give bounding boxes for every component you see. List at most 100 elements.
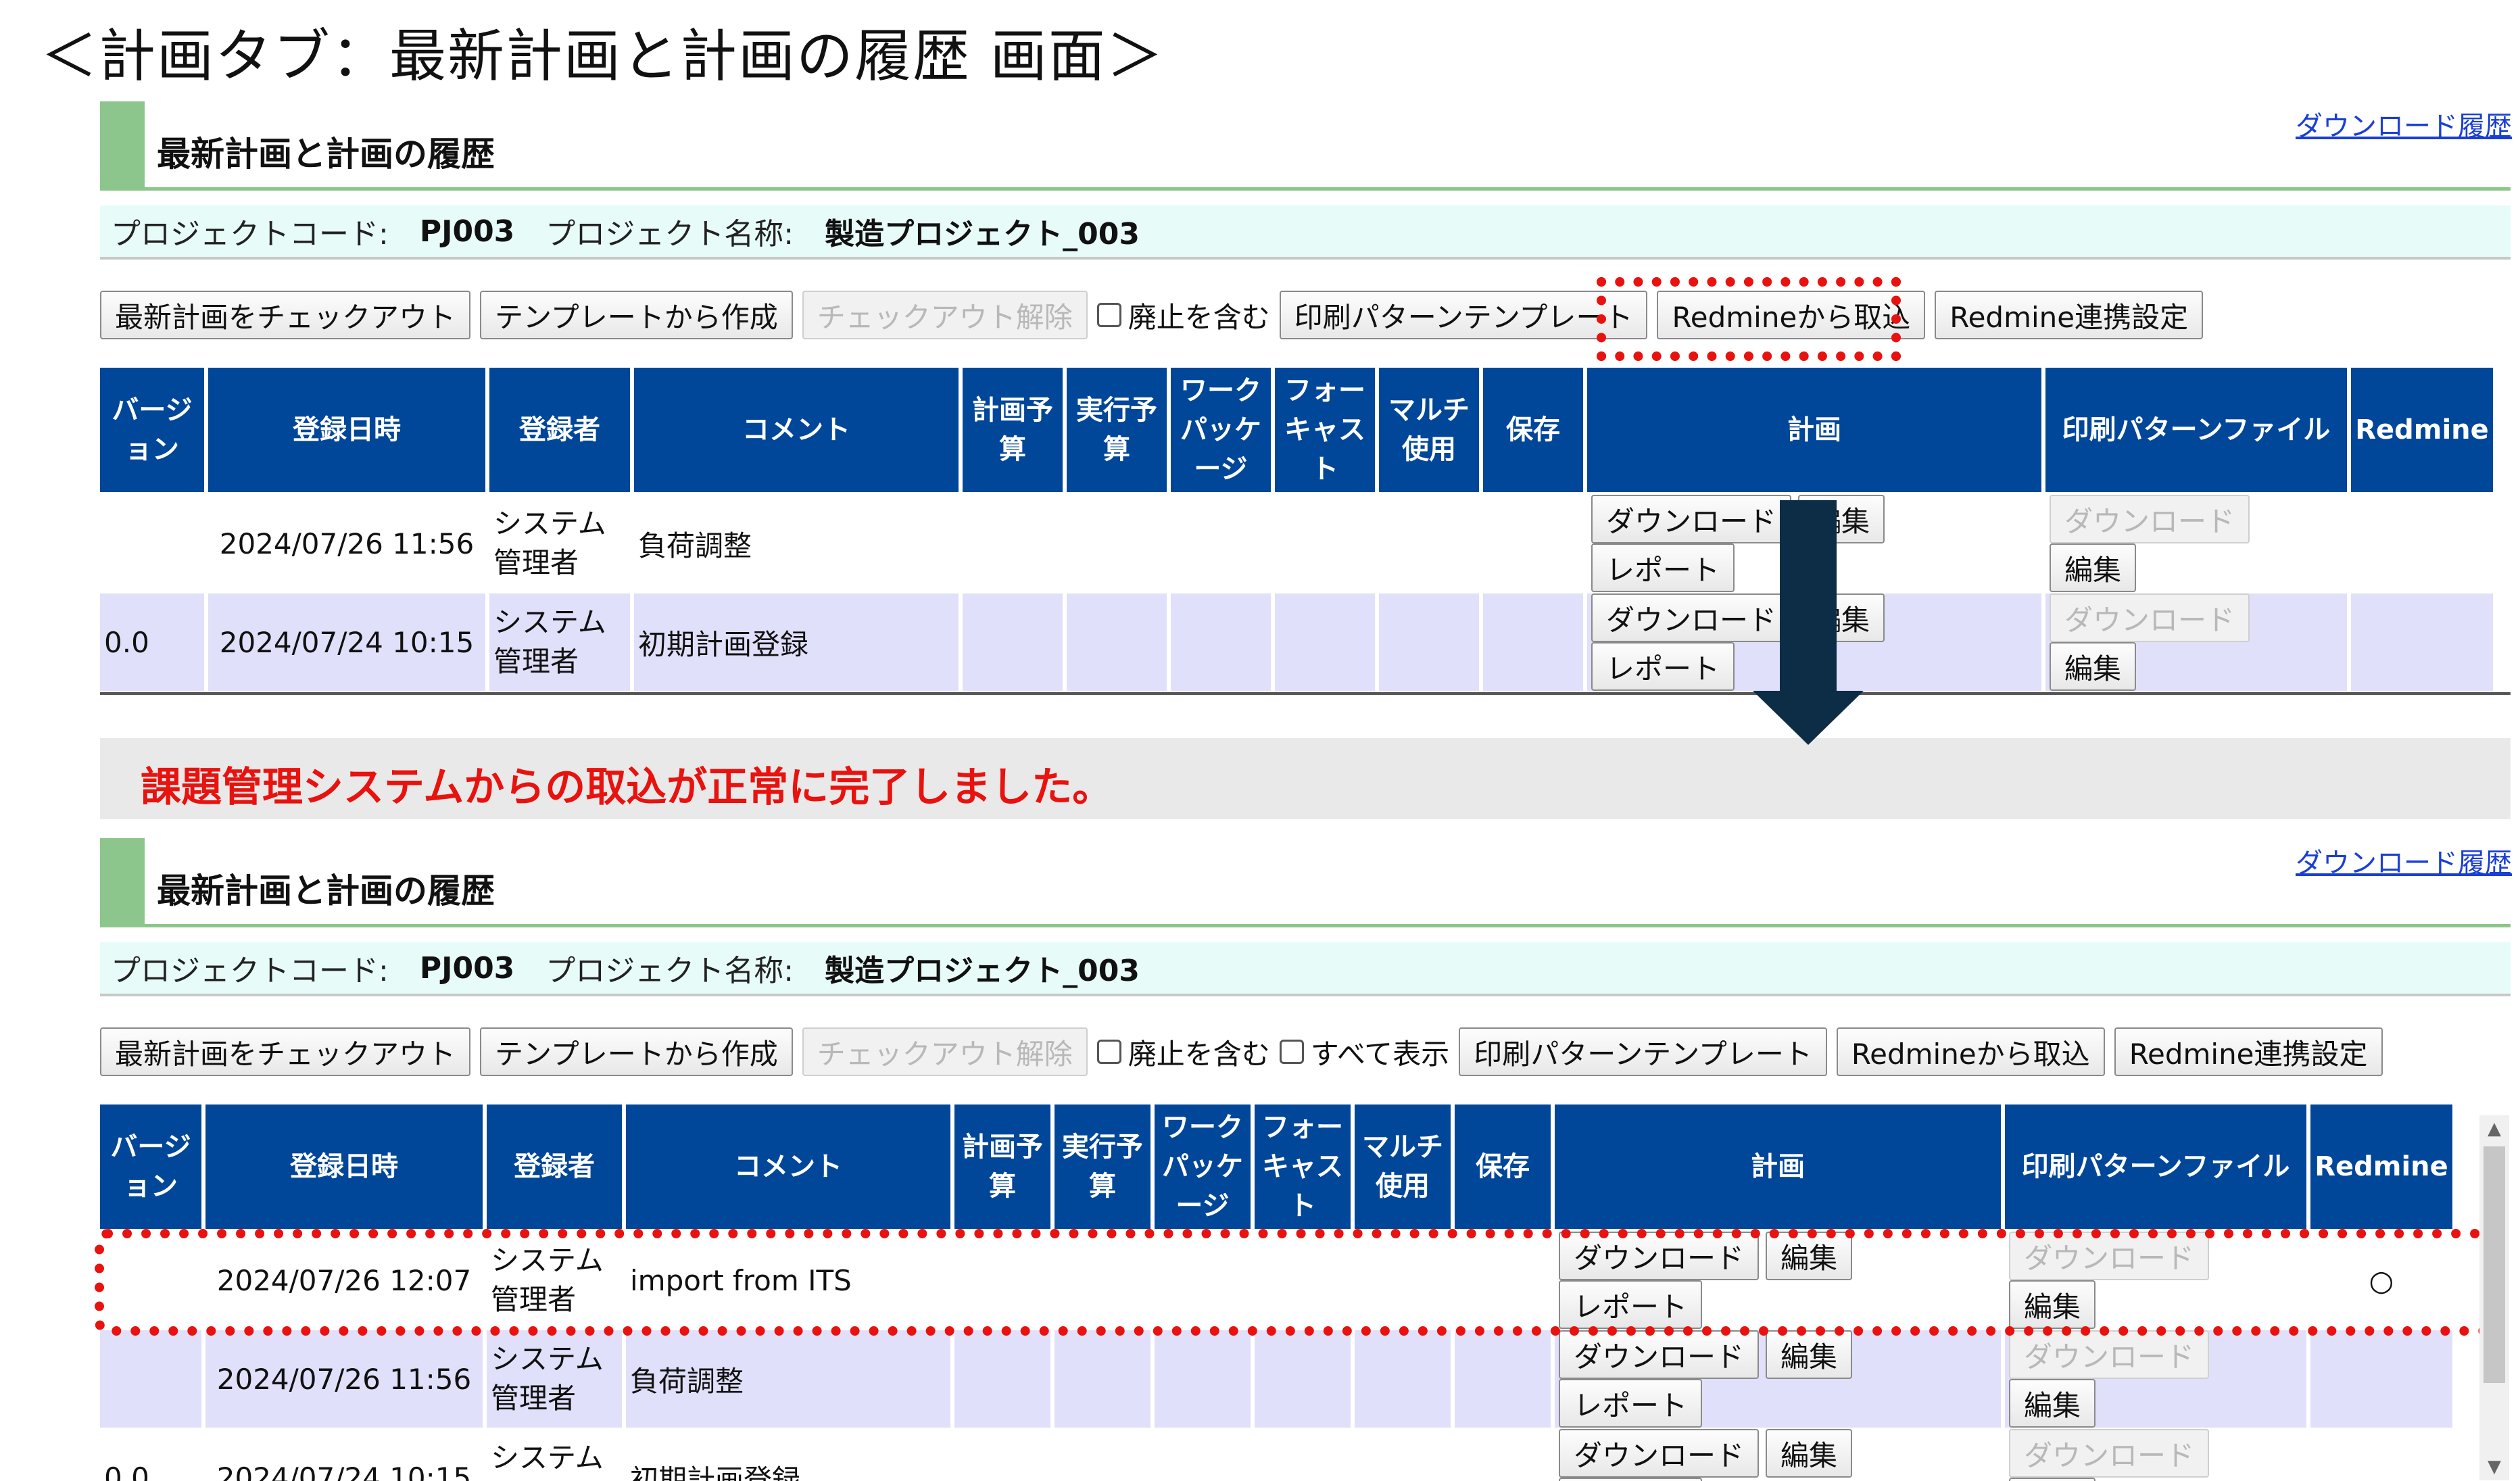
cell-comment: 初期計画登録 [634,593,959,692]
scroll-thumb[interactable] [2483,1146,2505,1383]
cell-datetime: 2024/07/26 12:07 [205,1232,483,1330]
header-forecast[interactable]: フォーキャスト [1255,1104,1351,1232]
download-history-link[interactable]: ダウンロード履歴 [2296,841,2512,880]
cancel-checkout-button[interactable]: チェックアウト解除 [802,1027,1088,1076]
header-plan-budget[interactable]: 計画予算 [963,368,1063,495]
header-work-package[interactable]: ワークパッケージ [1155,1104,1251,1232]
cell-forecast [1275,593,1375,692]
print-download-button[interactable]: ダウンロード [2009,1232,2210,1280]
redmine-settings-button[interactable]: Redmine連携設定 [1935,291,2204,339]
cell-exec-budget [1067,593,1167,692]
checkout-latest-plan-button[interactable]: 最新計画をチェックアウト [100,1027,471,1076]
header-redmine[interactable]: Redmine [2310,1104,2452,1232]
plan-edit-button[interactable]: 編集 [1766,1330,1853,1379]
import-from-redmine-button[interactable]: Redmineから取込 [1657,291,1926,339]
print-edit-button[interactable]: 編集 [2009,1478,2096,1481]
plan-history-table: バージョン 登録日時 登録者 コメント 計画予算 実行予算 ワークパッケージ フ… [96,368,2497,692]
show-all-checkbox[interactable]: すべて表示 [1279,1031,1449,1073]
plan-report-button[interactable]: レポート [1559,1478,1703,1481]
plan-report-button[interactable]: レポート [1559,1379,1703,1428]
print-edit-button[interactable]: 編集 [2009,1379,2096,1428]
cell-multi-use [1355,1232,1451,1330]
cell-multi-use [1355,1330,1451,1429]
cell-registrant: システム管理者 [487,1429,622,1481]
table-row: 0.0 2024/07/24 10:15 システム管理者 初期計画登録 ダウンロ… [100,1429,2452,1481]
header-version[interactable]: バージョン [100,1104,201,1232]
header-print-pattern-file[interactable]: 印刷パターンファイル [2045,368,2347,495]
print-download-button[interactable]: ダウンロード [2050,593,2250,642]
plan-download-button[interactable]: ダウンロード [1591,593,1792,642]
checkbox-box[interactable] [1279,1040,1304,1064]
flow-arrow-shaft [1780,500,1837,695]
cell-forecast [1255,1232,1351,1330]
plan-download-button[interactable]: ダウンロード [1559,1232,1760,1280]
print-edit-button[interactable]: 編集 [2050,543,2137,592]
header-registered-at[interactable]: 登録日時 [208,368,485,495]
print-download-button[interactable]: ダウンロード [2009,1429,2210,1478]
header-registrant[interactable]: 登録者 [487,1104,622,1232]
header-version[interactable]: バージョン [100,368,204,495]
print-edit-button[interactable]: 編集 [2050,642,2137,691]
cell-save [1483,593,1583,692]
header-forecast[interactable]: フォーキャスト [1275,368,1375,495]
print-download-button[interactable]: ダウンロード [2009,1330,2210,1379]
section-title-bar: 最新計画と計画の履歴 ダウンロード履歴 [100,838,2512,927]
scroll-up-icon[interactable]: ▲ [2479,1115,2509,1142]
plan-report-button[interactable]: レポート [1591,543,1735,592]
header-plan[interactable]: 計画 [1587,368,2041,495]
header-plan[interactable]: 計画 [1555,1104,2001,1232]
cell-multi-use [1355,1429,1451,1481]
create-from-template-button[interactable]: テンプレートから作成 [480,291,793,339]
checkout-latest-plan-button[interactable]: 最新計画をチェックアウト [100,291,471,339]
checkbox-box[interactable] [1096,1040,1121,1064]
plan-report-button[interactable]: レポート [1591,642,1735,691]
include-deleted-checkbox[interactable]: 廃止を含む [1096,1031,1270,1073]
plan-download-button[interactable]: ダウンロード [1591,495,1792,543]
create-from-template-button[interactable]: テンプレートから作成 [480,1027,793,1076]
header-work-package[interactable]: ワークパッケージ [1171,368,1271,495]
include-deleted-checkbox[interactable]: 廃止を含む [1096,295,1270,336]
print-pattern-template-button[interactable]: 印刷パターンテンプレート [1279,291,1648,339]
cell-multi-use [1379,495,1479,593]
table-row: 2024/07/26 11:56 システム管理者 負荷調整 ダウンロード 編集 レポ… [100,495,2493,593]
plan-download-button[interactable]: ダウンロード [1559,1330,1760,1379]
print-edit-button[interactable]: 編集 [2009,1280,2096,1329]
header-registered-at[interactable]: 登録日時 [205,1104,483,1232]
include-deleted-label: 廃止を含む [1128,1037,1270,1071]
header-registrant[interactable]: 登録者 [489,368,630,495]
project-code-label: プロジェクトコード: [111,217,389,251]
cancel-checkout-button[interactable]: チェックアウト解除 [802,291,1088,339]
section-title-bar: 最新計画と計画の履歴 ダウンロード履歴 [100,101,2512,191]
header-redmine[interactable]: Redmine [2351,368,2493,495]
redmine-settings-button[interactable]: Redmine連携設定 [2114,1027,2383,1076]
header-exec-budget[interactable]: 実行予算 [1055,1104,1150,1232]
header-save[interactable]: 保存 [1483,368,1583,495]
plan-report-button[interactable]: レポート [1559,1280,1703,1329]
project-code-value: PJ003 [419,950,515,986]
print-download-button[interactable]: ダウンロード [2050,495,2250,543]
cell-redmine [2310,1330,2452,1429]
download-history-link[interactable]: ダウンロード履歴 [2296,104,2512,143]
header-print-pattern-file[interactable]: 印刷パターンファイル [2005,1104,2306,1232]
header-save[interactable]: 保存 [1455,1104,1551,1232]
header-comment[interactable]: コメント [626,1104,950,1232]
cell-version [100,1330,201,1429]
cell-print-pattern: ダウンロード編集 [2005,1232,2306,1330]
cell-version: 0.0 [100,593,204,692]
header-exec-budget[interactable]: 実行予算 [1067,368,1167,495]
plan-edit-button[interactable]: 編集 [1766,1429,1853,1478]
header-multi-use[interactable]: マルチ使用 [1379,368,1479,495]
cell-print-pattern: ダウンロード編集 [2005,1330,2306,1429]
checkbox-box[interactable] [1096,303,1121,327]
plan-download-button[interactable]: ダウンロード [1559,1429,1760,1478]
import-from-redmine-button[interactable]: Redmineから取込 [1836,1027,2105,1076]
cell-save [1483,495,1583,593]
plan-history-panel-before: 最新計画と計画の履歴 ダウンロード履歴 プロジェクトコード: PJ003 プロジ… [100,101,2512,695]
plan-edit-button[interactable]: 編集 [1766,1232,1853,1280]
scroll-down-icon[interactable]: ▼ [2479,1453,2509,1480]
print-pattern-template-button[interactable]: 印刷パターンテンプレート [1459,1027,1827,1076]
header-multi-use[interactable]: マルチ使用 [1355,1104,1451,1232]
header-plan-budget[interactable]: 計画予算 [954,1104,1050,1232]
header-comment[interactable]: コメント [634,368,959,495]
vertical-scrollbar[interactable]: ▲ ▼ [2479,1115,2509,1480]
